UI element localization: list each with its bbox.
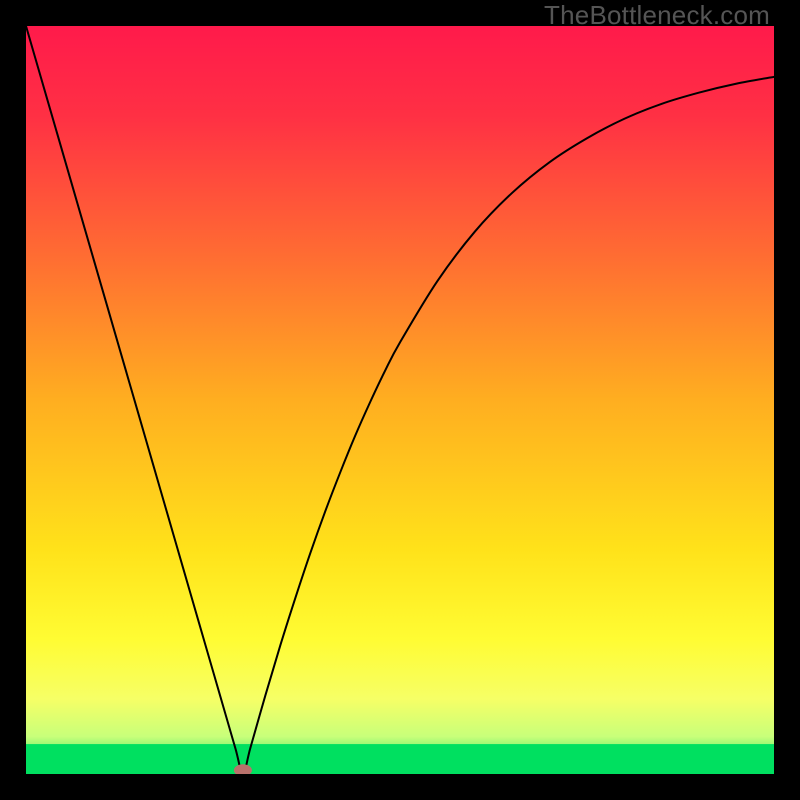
chart-svg bbox=[26, 26, 774, 774]
gradient-background bbox=[26, 26, 774, 774]
chart-frame: TheBottleneck.com bbox=[0, 0, 800, 800]
plot-area bbox=[26, 26, 774, 774]
green-band bbox=[26, 744, 774, 774]
